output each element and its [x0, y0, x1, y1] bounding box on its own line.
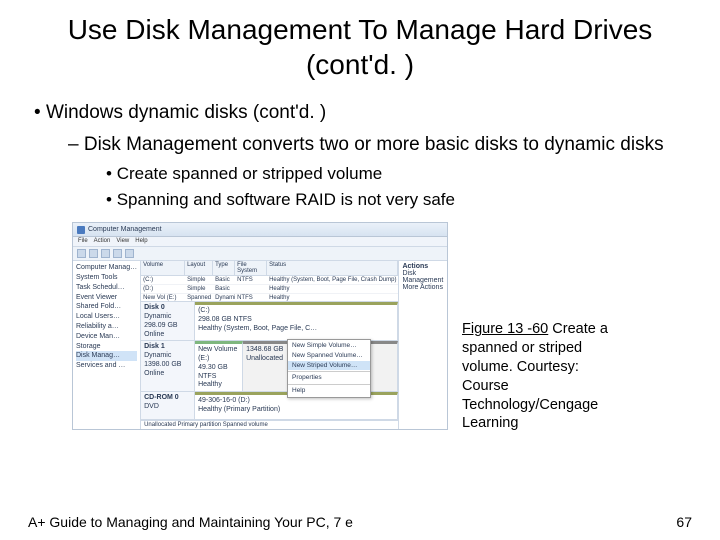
screenshot-disk-management: Computer Management File Action View Hel…: [72, 222, 448, 430]
partition[interactable]: New Volume (E:) 49.30 GB NTFS Healthy: [195, 341, 243, 391]
menu-separator: [288, 384, 370, 385]
actions-item[interactable]: Disk Management: [402, 270, 444, 284]
toolbar-icon[interactable]: [77, 249, 86, 258]
disk-block: Disk 0 Dynamic 298.09 GB Online (C:) 298…: [141, 302, 398, 341]
footer-text: A+ Guide to Managing and Maintaining You…: [28, 514, 353, 530]
tree-node[interactable]: Device Man…: [76, 332, 137, 342]
bullet-lvl3: Spanning and software RAID is not very s…: [106, 189, 692, 212]
slide-title: Use Disk Management To Manage Hard Drive…: [28, 12, 692, 82]
menu-item[interactable]: Help: [288, 386, 370, 396]
menu-item[interactable]: File: [78, 238, 88, 245]
figure-caption: Figure 13 -60 Create a spanned or stripe…: [462, 222, 624, 433]
tree-node[interactable]: Task Schedul…: [76, 283, 137, 293]
toolbar-icon[interactable]: [89, 249, 98, 258]
bullet-lvl1: Windows dynamic disks (cont'd. ): [34, 100, 692, 126]
tree-node[interactable]: Local Users…: [76, 312, 137, 322]
menu-item[interactable]: View: [116, 238, 129, 245]
context-menu: New Simple Volume… New Spanned Volume… N…: [287, 339, 371, 398]
slide: Use Disk Management To Manage Hard Drive…: [0, 0, 720, 540]
table-row[interactable]: (C:) Simple Basic NTFS Healthy (System, …: [141, 276, 398, 285]
toolbar: [73, 247, 447, 261]
disk-label[interactable]: Disk 0 Dynamic 298.09 GB Online: [141, 302, 195, 340]
figure-text: Create a spanned or striped volume. Cour…: [462, 321, 608, 431]
disk-label[interactable]: Disk 1 Dynamic 1398.00 GB Online: [141, 341, 195, 391]
actions-title: Actions: [402, 263, 444, 270]
col[interactable]: Layout: [185, 261, 213, 275]
table-row[interactable]: New Vol (E:) Spanned Dynamic NTFS Health…: [141, 294, 398, 302]
figure-number: Figure 13 -60: [462, 321, 548, 337]
bullet-list: Windows dynamic disks (cont'd. ) Disk Ma…: [28, 100, 692, 212]
tree-node[interactable]: Shared Fold…: [76, 302, 137, 312]
menu-item-hover[interactable]: New Striped Volume…: [288, 361, 370, 371]
window-title: Computer Management: [88, 226, 162, 233]
actions-pane: Actions Disk Management More Actions: [398, 261, 447, 429]
toolbar-icon[interactable]: [113, 249, 122, 258]
toolbar-icon[interactable]: [125, 249, 134, 258]
disk-label[interactable]: CD-ROM 0 DVD: [141, 392, 195, 419]
figure-area: Computer Management File Action View Hel…: [28, 222, 692, 433]
partition[interactable]: (C:) 298.08 GB NTFS Healthy (System, Boo…: [195, 302, 398, 340]
bullet-lvl3: Create spanned or stripped volume: [106, 163, 692, 186]
menu-item[interactable]: Help: [135, 238, 147, 245]
col[interactable]: Type: [213, 261, 235, 275]
legend: Unallocated Primary partition Spanned vo…: [141, 420, 398, 429]
col[interactable]: Volume: [141, 261, 185, 275]
actions-item[interactable]: More Actions: [402, 284, 444, 291]
tree-node[interactable]: Storage: [76, 342, 137, 352]
app-icon: [77, 226, 85, 234]
window-titlebar: Computer Management: [73, 223, 447, 237]
toolbar-icon[interactable]: [101, 249, 110, 258]
menu-separator: [288, 371, 370, 372]
volume-list: Volume Layout Type File System Status (C…: [141, 261, 398, 302]
tree-node[interactable]: Reliability a…: [76, 322, 137, 332]
col[interactable]: Status: [267, 261, 398, 275]
window-body: Computer Manag… System Tools Task Schedu…: [73, 261, 447, 429]
table-row[interactable]: (D:) Simple Basic Healthy: [141, 285, 398, 294]
page-number: 67: [676, 514, 692, 530]
bullet-lvl2: Disk Management converts two or more bas…: [68, 132, 692, 158]
tree-node-selected[interactable]: Disk Manag…: [76, 351, 137, 361]
column-headers: Volume Layout Type File System Status: [141, 261, 398, 276]
menu-item[interactable]: New Spanned Volume…: [288, 351, 370, 361]
tree-node[interactable]: Computer Manag…: [76, 263, 137, 273]
menu-item[interactable]: New Simple Volume…: [288, 341, 370, 351]
menu-item[interactable]: Properties: [288, 373, 370, 383]
col[interactable]: File System: [235, 261, 267, 275]
menu-item[interactable]: Action: [94, 238, 111, 245]
tree-node[interactable]: Event Viewer: [76, 293, 137, 303]
tree-node[interactable]: System Tools: [76, 273, 137, 283]
tree-node[interactable]: Services and …: [76, 361, 137, 371]
menu-bar: File Action View Help: [73, 237, 447, 247]
nav-tree: Computer Manag… System Tools Task Schedu…: [73, 261, 141, 429]
